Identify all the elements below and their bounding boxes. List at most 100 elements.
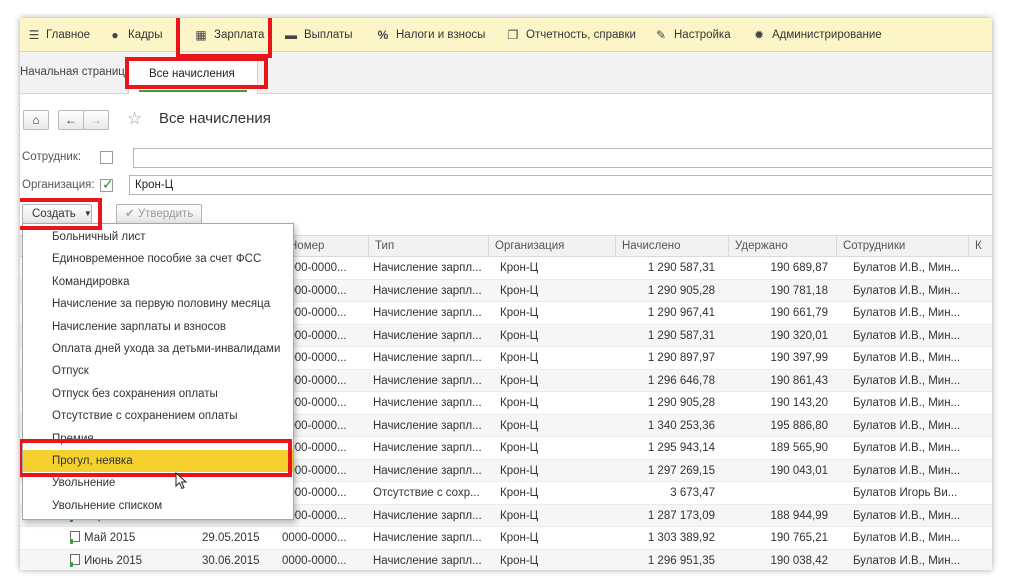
create-menu-item[interactable]: Начисление за первую половину месяца [23,293,293,315]
section-admin[interactable]: ✹ Администрирование [744,18,894,52]
cell-number: 0000-0000... [282,392,368,414]
section-settings[interactable]: ✎ Настройка [646,18,744,52]
cell-text: Крон-Ц [500,284,539,297]
cell-org: Крон-Ц [500,302,614,324]
cell-text: Июнь 2015 [84,554,143,567]
cell-number: 0000-0000... [282,460,368,482]
cell-employees: Булатов И.В., Мин... [853,460,968,482]
cell-text: Булатов И.В., Мин... [853,554,961,567]
cell-text: 189 565,90 [770,442,828,454]
cell-text: Начисление зарпл... [373,397,482,409]
create-menu-item[interactable]: Командировка [23,271,293,293]
cell-type: Начисление зарпл... [373,437,487,459]
arrow-right-icon: → [90,113,102,127]
section-label: Налоги и взносы [396,28,486,41]
cell-text: Крон-Ц [500,532,539,544]
create-menu-item[interactable]: Оплата дней ухода за детьми-инвалидами [23,338,293,360]
cell-text: Крон-Ц [500,329,539,342]
organization-checkbox[interactable] [100,176,114,193]
gear-icon: ✹ [753,27,765,42]
cell-text: Булатов И.В., Мин... [853,397,961,409]
column-header-organization[interactable]: Организация [488,236,615,257]
favorite-star-icon[interactable]: ☆ [127,109,142,129]
section-reports[interactable]: ❐ Отчетность, справки [498,18,646,52]
cell-text: Начисление зарпл... [373,307,482,319]
cell-employees: Булатов И.В., Мин... [853,325,968,347]
cell-text: Май 2015 [84,532,136,544]
cell-text: 1 290 905,28 [647,284,715,297]
create-menu-item[interactable]: Отпуск [23,360,293,382]
cell-number: 0000-0000... [282,482,368,504]
cell-text: Крон-Ц [500,487,539,499]
cell-number: 0000-0000... [282,437,368,459]
section-label: Главное [46,28,90,41]
section-main[interactable]: ☰ Главное [20,18,100,52]
organization-label: Организация: [22,179,95,191]
cell-period: Май 2015 [70,527,200,549]
documents-icon: ❐ [507,27,519,42]
create-menu-item[interactable]: Единовременное пособие за счет ФСС [23,248,293,270]
cell-number: 0000-0000... [282,527,368,549]
section-payments[interactable]: ▬ Выплаты [276,18,368,52]
cell-text: Крон-Ц [500,307,539,319]
section-label: Администрирование [772,28,882,41]
section-panel: ☰ Главное ● Кадры ▦ Зарплата ▬ Выплаты %… [20,18,992,52]
cell-text: 0000-0000... [282,554,347,567]
employee-field[interactable] [133,148,992,168]
cell-number: 0000-0000... [282,280,368,302]
cell-accrued: 1 295 943,14 [615,437,715,459]
column-header-employees[interactable]: Сотрудники [836,236,968,257]
cell-text: 29.05.2015 [202,532,260,544]
column-header-number[interactable]: Номер [282,236,368,257]
cell-text: Начисление зарпл... [373,509,482,522]
cell-text: 190 397,99 [770,352,828,364]
people-icon: ● [111,27,119,42]
section-taxes[interactable]: % Налоги и взносы [368,18,498,52]
cell-text: Булатов И.В., Мин... [853,329,961,342]
table-row[interactable]: Май 2015 29.05.2015 0000-0000... Начисление… [20,527,992,550]
cell-text: 1 297 269,15 [647,464,715,477]
table-row[interactable]: Июнь 2015 30.06.2015 0000-0000... Начислени… [20,549,992,571]
back-button[interactable]: ← [58,110,84,130]
employee-checkbox[interactable] [100,151,113,164]
cell-withheld: 188 944,99 [728,505,828,527]
cell-employees: Булатов И.В., Мин... [853,347,968,369]
create-menu-item[interactable]: Начисление зарплаты и взносов [23,316,293,338]
cell-text: Булатов И.В., Мин... [853,262,961,274]
cell-withheld: 190 781,18 [728,280,828,302]
column-header-more[interactable]: К [968,236,992,257]
cell-number: 0000-0000... [282,257,368,279]
create-menu-item[interactable]: Увольнение списком [23,495,293,517]
column-header-type[interactable]: Тип [368,236,488,257]
approve-button[interactable]: ✔ Утвердить [116,204,202,224]
cell-type: Начисление зарпл... [373,505,487,527]
cell-org: Крон-Ц [500,505,614,527]
home-button[interactable]: ⌂ [23,110,49,130]
document-posted-icon [70,553,80,567]
cell-text: Крон-Ц [500,397,539,409]
cell-text: Булатов И.В., Мин... [853,419,961,432]
column-header-withheld[interactable]: Удержано [728,236,836,257]
forward-button[interactable]: → [83,110,109,130]
cell-org: Крон-Ц [500,527,614,549]
organization-field[interactable]: Крон-Ц [129,175,992,195]
annotation-box-salary [176,18,272,58]
cell-text: Крон-Ц [500,509,539,522]
cell-withheld: 190 038,42 [728,550,828,571]
create-menu-item[interactable]: Отпуск без сохранения оплаты [23,383,293,405]
cell-type: Начисление зарпл... [373,527,487,549]
cell-org: Крон-Ц [500,460,614,482]
cell-text: Булатов И.В., Мин... [853,352,961,364]
column-header-accrued[interactable]: Начислено [615,236,728,257]
employee-label: Сотрудник: [22,151,82,163]
cell-number: 0000-0000... [282,347,368,369]
cell-accrued: 1 297 269,15 [615,460,715,482]
create-menu-item[interactable]: Отсутствие с сохранением оплаты [23,405,293,427]
cell-withheld: 190 689,87 [728,257,828,279]
active-tab-underline [139,90,247,92]
cell-accrued: 1 290 905,28 [615,392,715,414]
cell-org: Крон-Ц [500,257,614,279]
cell-org: Крон-Ц [500,482,614,504]
section-staff[interactable]: ● Кадры [100,18,186,52]
tab-home[interactable]: Начальная страница [20,66,131,78]
